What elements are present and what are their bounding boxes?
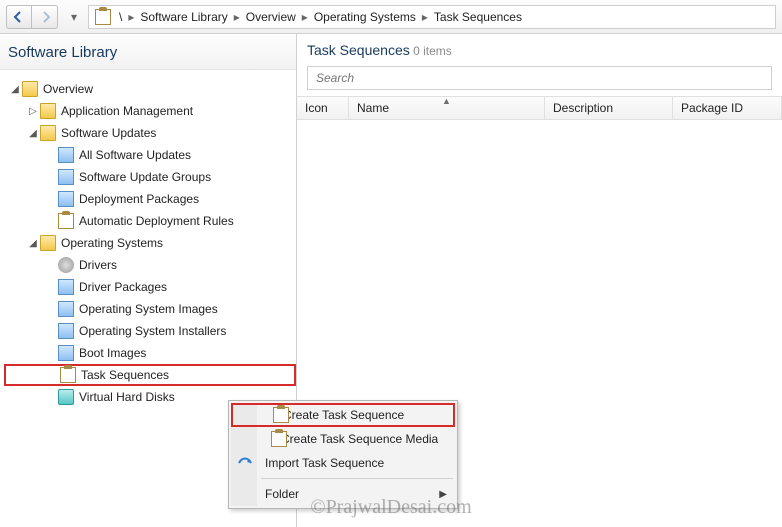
chevron-right-icon: ▸ [232, 10, 242, 24]
create-task-sequence-icon [273, 407, 289, 423]
tree-node-boot-images[interactable]: Boot Images [4, 342, 296, 364]
folder-icon [40, 125, 56, 141]
os-installers-icon [58, 323, 74, 339]
content-header: Task Sequences 0 items [297, 34, 782, 64]
tree-node-driver-packages[interactable]: Driver Packages [4, 276, 296, 298]
crumb-task-sequences[interactable]: Task Sequences [430, 10, 526, 24]
vhd-icon [58, 389, 74, 405]
folder-icon [40, 103, 56, 119]
submenu-arrow-icon: ▶ [439, 489, 447, 500]
tree-node-application-management[interactable]: ▷Application Management [4, 100, 296, 122]
expander-icon[interactable]: ◢ [26, 238, 40, 249]
sort-asc-icon: ▲ [442, 96, 451, 106]
chevron-right-icon: ▸ [300, 10, 310, 24]
breadcrumb-root-icon [95, 9, 111, 25]
sidebar-title: Software Library [0, 34, 296, 70]
crumb-operating-systems[interactable]: Operating Systems [310, 10, 420, 24]
overview-icon [22, 81, 38, 97]
back-button[interactable] [6, 5, 32, 29]
chevron-right-icon: ▸ [420, 10, 430, 24]
content-title: Task Sequences [307, 42, 410, 58]
menu-import-task-sequence[interactable]: Import Task Sequence [231, 451, 455, 475]
tree-node-drivers[interactable]: Drivers [4, 254, 296, 276]
tree-node-task-sequences[interactable]: Task Sequences [4, 364, 296, 386]
crumb-root[interactable]: \ [115, 10, 126, 24]
menu-create-task-sequence[interactable]: Create Task Sequence [231, 403, 455, 427]
os-images-icon [58, 301, 74, 317]
column-description[interactable]: Description [545, 97, 673, 119]
breadcrumb[interactable]: \ ▸ Software Library ▸ Overview ▸ Operat… [88, 5, 776, 29]
menu-folder[interactable]: Folder ▶ [231, 482, 455, 506]
column-name[interactable]: Name▲ [349, 97, 545, 119]
column-headers: Icon Name▲ Description Package ID [297, 96, 782, 120]
tree-node-automatic-deployment-rules[interactable]: Automatic Deployment Rules [4, 210, 296, 232]
tree-node-overview[interactable]: ◢Overview [4, 78, 296, 100]
content-item-count: 0 items [413, 44, 452, 58]
expander-icon[interactable]: ◢ [26, 128, 40, 139]
tree-node-operating-systems[interactable]: ◢Operating Systems [4, 232, 296, 254]
menu-separator [261, 478, 453, 479]
expander-icon[interactable]: ▷ [26, 106, 40, 117]
rules-icon [58, 213, 74, 229]
column-package-id[interactable]: Package ID [673, 97, 782, 119]
context-menu: Create Task Sequence Create Task Sequenc… [228, 400, 458, 509]
forward-button[interactable] [32, 5, 58, 29]
tree-node-os-images[interactable]: Operating System Images [4, 298, 296, 320]
tree-node-all-software-updates[interactable]: All Software Updates [4, 144, 296, 166]
expander-icon[interactable]: ◢ [8, 84, 22, 95]
import-icon [237, 455, 253, 471]
tree-node-software-updates[interactable]: ◢Software Updates [4, 122, 296, 144]
crumb-software-library[interactable]: Software Library [136, 10, 231, 24]
chevron-right-icon: ▸ [126, 10, 136, 24]
tree-node-software-update-groups[interactable]: Software Update Groups [4, 166, 296, 188]
updates-icon [58, 147, 74, 163]
driver-packages-icon [58, 279, 74, 295]
boot-images-icon [58, 345, 74, 361]
search-input[interactable] [307, 66, 772, 90]
navigation-toolbar: ▾ \ ▸ Software Library ▸ Overview ▸ Oper… [0, 0, 782, 34]
tree-node-deployment-packages[interactable]: Deployment Packages [4, 188, 296, 210]
folder-icon [40, 235, 56, 251]
drivers-icon [58, 257, 74, 273]
crumb-overview[interactable]: Overview [242, 10, 300, 24]
create-task-sequence-media-icon [271, 431, 287, 447]
search-container [307, 66, 772, 90]
navigation-tree: ◢Overview ▷Application Management ◢Softw… [0, 70, 296, 408]
task-sequences-icon [60, 367, 76, 383]
tree-node-os-installers[interactable]: Operating System Installers [4, 320, 296, 342]
history-dropdown-icon[interactable]: ▾ [66, 10, 82, 24]
menu-create-task-sequence-media[interactable]: Create Task Sequence Media [231, 427, 455, 451]
column-icon[interactable]: Icon [297, 97, 349, 119]
update-groups-icon [58, 169, 74, 185]
deployment-packages-icon [58, 191, 74, 207]
